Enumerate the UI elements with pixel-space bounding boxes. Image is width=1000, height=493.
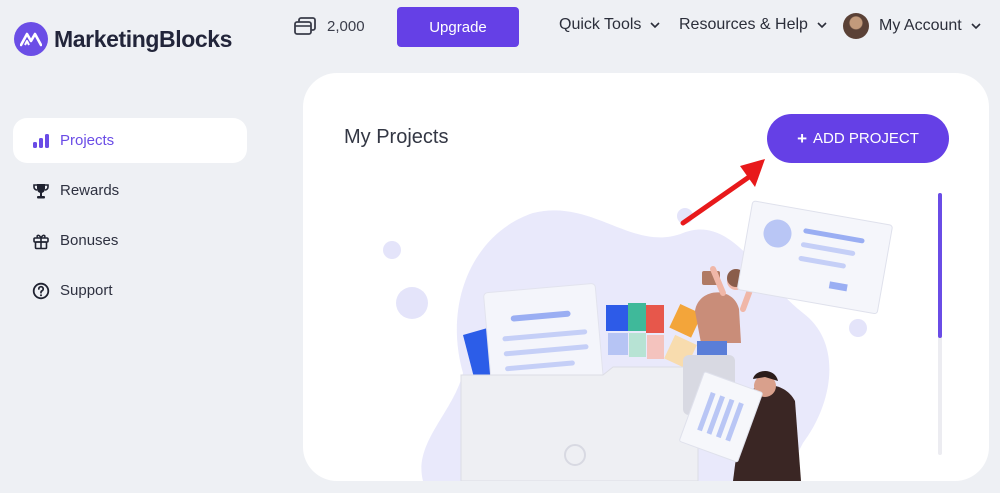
top-header: MarketingBlocks 2,000 Upgrade Quick Tool… (0, 0, 1000, 60)
brand-logo[interactable]: MarketingBlocks (14, 22, 232, 56)
bar-chart-icon (31, 131, 51, 151)
add-project-label: ADD PROJECT (813, 130, 919, 147)
chevron-down-icon (650, 21, 660, 28)
plus-icon: + (797, 128, 808, 148)
add-project-button[interactable]: + ADD PROJECT (767, 114, 949, 163)
sidebar-nav: Projects Rewards Bonuses Support (13, 118, 247, 318)
sidebar-item-bonuses[interactable]: Bonuses (13, 218, 247, 263)
sidebar-item-label: Bonuses (60, 232, 119, 249)
credits-balance: 2,000 (294, 17, 365, 35)
brand-name: MarketingBlocks (54, 25, 233, 52)
account-menu[interactable]: My Account (843, 13, 981, 39)
chevron-down-icon (971, 22, 981, 29)
quick-tools-label: Quick Tools (559, 16, 642, 33)
scrollbar[interactable] (938, 193, 942, 455)
sidebar-item-label: Rewards (60, 182, 120, 199)
scrollbar-thumb[interactable] (938, 193, 942, 338)
sidebar-item-label: Support (60, 282, 113, 299)
quick-tools-menu[interactable]: Quick Tools (559, 16, 660, 34)
trophy-icon (31, 181, 51, 201)
avatar (843, 13, 869, 39)
chevron-down-icon (817, 21, 827, 28)
credits-icon (294, 17, 316, 35)
sidebar-item-support[interactable]: Support (13, 268, 247, 313)
resources-help-label: Resources & Help (679, 16, 808, 33)
account-label: My Account (879, 17, 962, 34)
resources-help-menu[interactable]: Resources & Help (679, 16, 827, 34)
credits-count: 2,000 (327, 17, 365, 35)
sidebar-item-projects[interactable]: Projects (13, 118, 247, 163)
sidebar-item-rewards[interactable]: Rewards (13, 168, 247, 213)
gift-icon (31, 231, 51, 251)
projects-panel: My Projects + ADD PROJECT (303, 73, 989, 481)
logo-icon (14, 22, 48, 56)
help-circle-icon (31, 281, 51, 301)
upgrade-button[interactable]: Upgrade (397, 7, 519, 47)
sidebar-item-label: Projects (60, 132, 115, 149)
